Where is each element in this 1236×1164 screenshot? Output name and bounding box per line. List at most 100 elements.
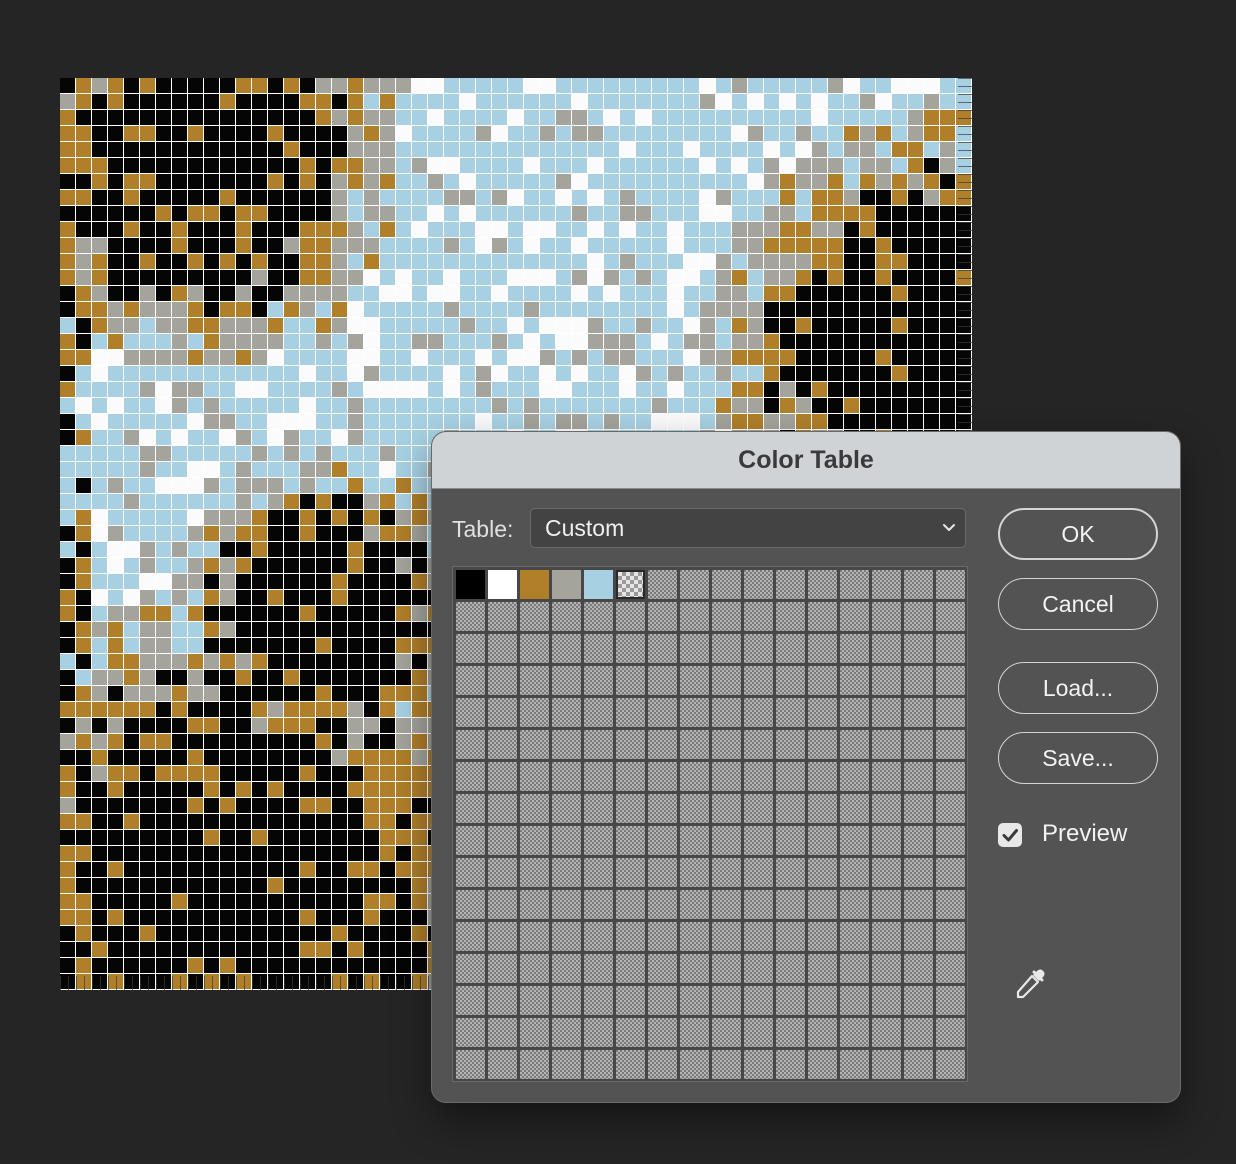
swatch-empty[interactable] xyxy=(552,762,581,791)
swatch-empty[interactable] xyxy=(648,634,677,663)
swatch-empty[interactable] xyxy=(744,1050,773,1079)
swatch-ochre[interactable] xyxy=(520,570,549,599)
swatch-empty[interactable] xyxy=(776,858,805,887)
swatch-empty[interactable] xyxy=(744,730,773,759)
swatch-empty[interactable] xyxy=(520,634,549,663)
swatch-white[interactable] xyxy=(488,570,517,599)
swatch-empty[interactable] xyxy=(872,954,901,983)
swatch-empty[interactable] xyxy=(808,954,837,983)
swatch-empty[interactable] xyxy=(552,826,581,855)
swatch-empty[interactable] xyxy=(488,602,517,631)
swatch-empty[interactable] xyxy=(488,954,517,983)
swatch-empty[interactable] xyxy=(520,922,549,951)
swatch-empty[interactable] xyxy=(584,922,613,951)
swatch-empty[interactable] xyxy=(584,1050,613,1079)
swatch-empty[interactable] xyxy=(872,570,901,599)
swatch-empty[interactable] xyxy=(616,826,645,855)
swatch-empty[interactable] xyxy=(552,986,581,1015)
swatch-empty[interactable] xyxy=(808,890,837,919)
swatch-empty[interactable] xyxy=(648,1018,677,1047)
swatch-empty[interactable] xyxy=(840,570,869,599)
swatch-empty[interactable] xyxy=(936,1018,965,1047)
swatch-empty[interactable] xyxy=(872,602,901,631)
swatch-empty[interactable] xyxy=(488,794,517,823)
swatch-empty[interactable] xyxy=(520,794,549,823)
swatch-light-blue[interactable] xyxy=(584,570,613,599)
swatch-empty[interactable] xyxy=(776,826,805,855)
swatch-empty[interactable] xyxy=(872,730,901,759)
swatch-empty[interactable] xyxy=(616,762,645,791)
swatch-empty[interactable] xyxy=(456,634,485,663)
swatch-empty[interactable] xyxy=(520,602,549,631)
swatch-empty[interactable] xyxy=(808,762,837,791)
swatch-empty[interactable] xyxy=(456,794,485,823)
swatch-empty[interactable] xyxy=(552,858,581,887)
swatch-empty[interactable] xyxy=(872,858,901,887)
swatch-empty[interactable] xyxy=(872,762,901,791)
swatch-empty[interactable] xyxy=(680,826,709,855)
table-select[interactable]: Custom xyxy=(530,508,966,548)
swatch-empty[interactable] xyxy=(520,730,549,759)
swatch-empty[interactable] xyxy=(744,634,773,663)
swatch-empty[interactable] xyxy=(616,954,645,983)
swatch-empty[interactable] xyxy=(744,890,773,919)
swatch-empty[interactable] xyxy=(904,730,933,759)
swatch-empty[interactable] xyxy=(808,698,837,727)
swatch-empty[interactable] xyxy=(552,954,581,983)
swatch-empty[interactable] xyxy=(520,666,549,695)
swatch-empty[interactable] xyxy=(584,698,613,727)
swatch-empty[interactable] xyxy=(904,1050,933,1079)
swatch-empty[interactable] xyxy=(488,1050,517,1079)
swatch-empty[interactable] xyxy=(648,858,677,887)
swatch-empty[interactable] xyxy=(648,730,677,759)
swatch-empty[interactable] xyxy=(776,570,805,599)
swatch-empty[interactable] xyxy=(584,634,613,663)
swatch-empty[interactable] xyxy=(712,922,741,951)
swatch-empty[interactable] xyxy=(808,1018,837,1047)
swatch-empty[interactable] xyxy=(648,698,677,727)
swatch-empty[interactable] xyxy=(840,634,869,663)
swatch-empty[interactable] xyxy=(616,602,645,631)
swatch-empty[interactable] xyxy=(776,794,805,823)
swatch-empty[interactable] xyxy=(648,954,677,983)
swatch-empty[interactable] xyxy=(680,602,709,631)
swatch-empty[interactable] xyxy=(616,986,645,1015)
swatch-empty[interactable] xyxy=(584,762,613,791)
load-button[interactable]: Load... xyxy=(998,662,1158,714)
swatch-empty[interactable] xyxy=(744,570,773,599)
swatch-empty[interactable] xyxy=(904,602,933,631)
swatch-empty[interactable] xyxy=(712,698,741,727)
swatch-empty[interactable] xyxy=(648,890,677,919)
swatch-empty[interactable] xyxy=(808,858,837,887)
swatch-empty[interactable] xyxy=(840,826,869,855)
swatch-empty[interactable] xyxy=(584,890,613,919)
swatch-empty[interactable] xyxy=(680,1018,709,1047)
swatch-empty[interactable] xyxy=(552,1050,581,1079)
swatch-empty[interactable] xyxy=(616,858,645,887)
swatch-empty[interactable] xyxy=(872,634,901,663)
swatch-empty[interactable] xyxy=(936,890,965,919)
swatch-empty[interactable] xyxy=(776,1050,805,1079)
swatch-empty[interactable] xyxy=(744,1018,773,1047)
swatch-empty[interactable] xyxy=(744,986,773,1015)
swatch-empty[interactable] xyxy=(872,794,901,823)
swatch-empty[interactable] xyxy=(552,890,581,919)
swatch-empty[interactable] xyxy=(680,858,709,887)
swatch-empty[interactable] xyxy=(840,762,869,791)
swatch-empty[interactable] xyxy=(584,826,613,855)
swatch-empty[interactable] xyxy=(904,634,933,663)
swatch-empty[interactable] xyxy=(712,794,741,823)
swatch-empty[interactable] xyxy=(456,666,485,695)
swatch-empty[interactable] xyxy=(712,1050,741,1079)
swatch-empty[interactable] xyxy=(680,634,709,663)
save-button[interactable]: Save... xyxy=(998,732,1158,784)
swatch-empty[interactable] xyxy=(712,954,741,983)
swatch-empty[interactable] xyxy=(936,986,965,1015)
swatch-empty[interactable] xyxy=(904,890,933,919)
swatch-empty[interactable] xyxy=(456,698,485,727)
swatch-empty[interactable] xyxy=(520,826,549,855)
swatch-empty[interactable] xyxy=(776,666,805,695)
swatch-empty[interactable] xyxy=(904,858,933,887)
swatch-empty[interactable] xyxy=(904,570,933,599)
swatch-empty[interactable] xyxy=(840,922,869,951)
